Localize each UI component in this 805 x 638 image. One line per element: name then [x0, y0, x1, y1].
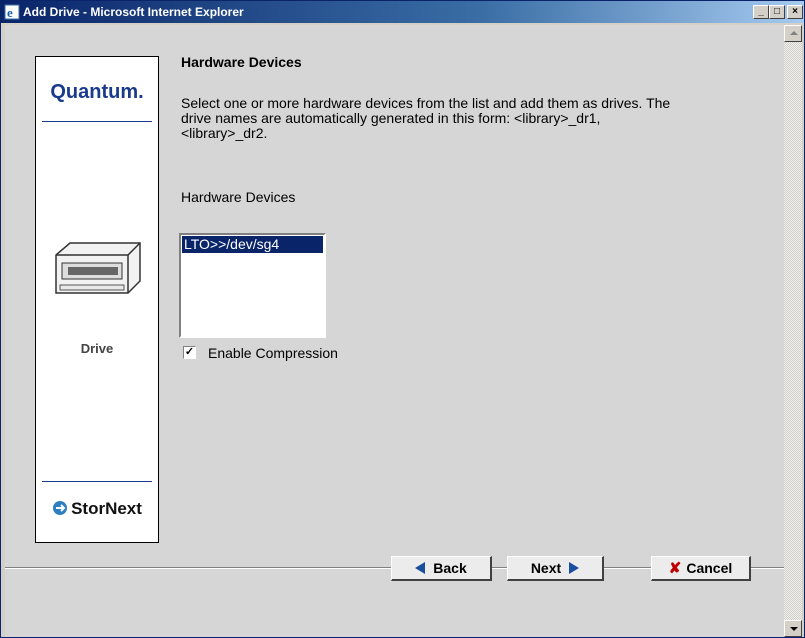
device-listbox[interactable]: LTO>>/dev/sg4 — [179, 233, 326, 338]
next-arrow-icon — [569, 562, 580, 574]
cancel-button[interactable]: ✘ Cancel — [651, 556, 751, 581]
title-bar[interactable]: e Add Drive - Microsoft Internet Explore… — [1, 1, 804, 23]
window-title: Add Drive - Microsoft Internet Explorer — [23, 5, 244, 19]
scroll-down-button[interactable] — [784, 620, 802, 637]
svg-text:e: e — [7, 5, 13, 20]
instructions-text: Select one or more hardware devices from… — [181, 95, 671, 141]
cancel-button-label: Cancel — [686, 560, 733, 576]
maximize-button[interactable]: □ — [769, 5, 785, 19]
back-arrow-icon — [415, 562, 426, 574]
list-item[interactable]: LTO>>/dev/sg4 — [182, 236, 323, 253]
side-panel: Quantum. Drive StorNext — [35, 56, 159, 543]
quantum-logo: Quantum. — [50, 81, 144, 103]
scroll-up-button[interactable] — [784, 25, 802, 42]
close-button[interactable]: × — [787, 5, 803, 19]
device-list-label: Hardware Devices — [181, 189, 296, 205]
storenext-logo: StorNext — [36, 499, 158, 519]
scroll-down-icon — [790, 627, 798, 631]
back-button[interactable]: Back — [391, 556, 492, 581]
vertical-scrollbar[interactable] — [784, 25, 802, 637]
browser-window: e Add Drive - Microsoft Internet Explore… — [0, 0, 805, 638]
internet-explorer-icon: e — [4, 4, 20, 20]
storenext-label: StorNext — [71, 499, 142, 518]
page-title: Hardware Devices — [181, 54, 302, 70]
drive-icon — [55, 242, 141, 294]
next-button[interactable]: Next — [507, 556, 604, 581]
divider — [42, 121, 152, 122]
next-button-label: Next — [530, 560, 562, 576]
minimize-button[interactable]: _ — [753, 5, 769, 19]
drive-label: Drive — [80, 341, 114, 356]
compression-label[interactable]: Enable Compression — [208, 345, 338, 361]
dialog-content: Quantum. Drive StorNext Hardware Devices… — [5, 25, 784, 637]
compression-checkbox[interactable]: ✓ — [183, 346, 196, 359]
cancel-x-icon: ✘ — [668, 560, 682, 577]
back-button-label: Back — [433, 560, 467, 576]
divider — [42, 481, 152, 482]
scroll-up-icon — [790, 31, 798, 35]
storenext-icon — [53, 501, 68, 515]
